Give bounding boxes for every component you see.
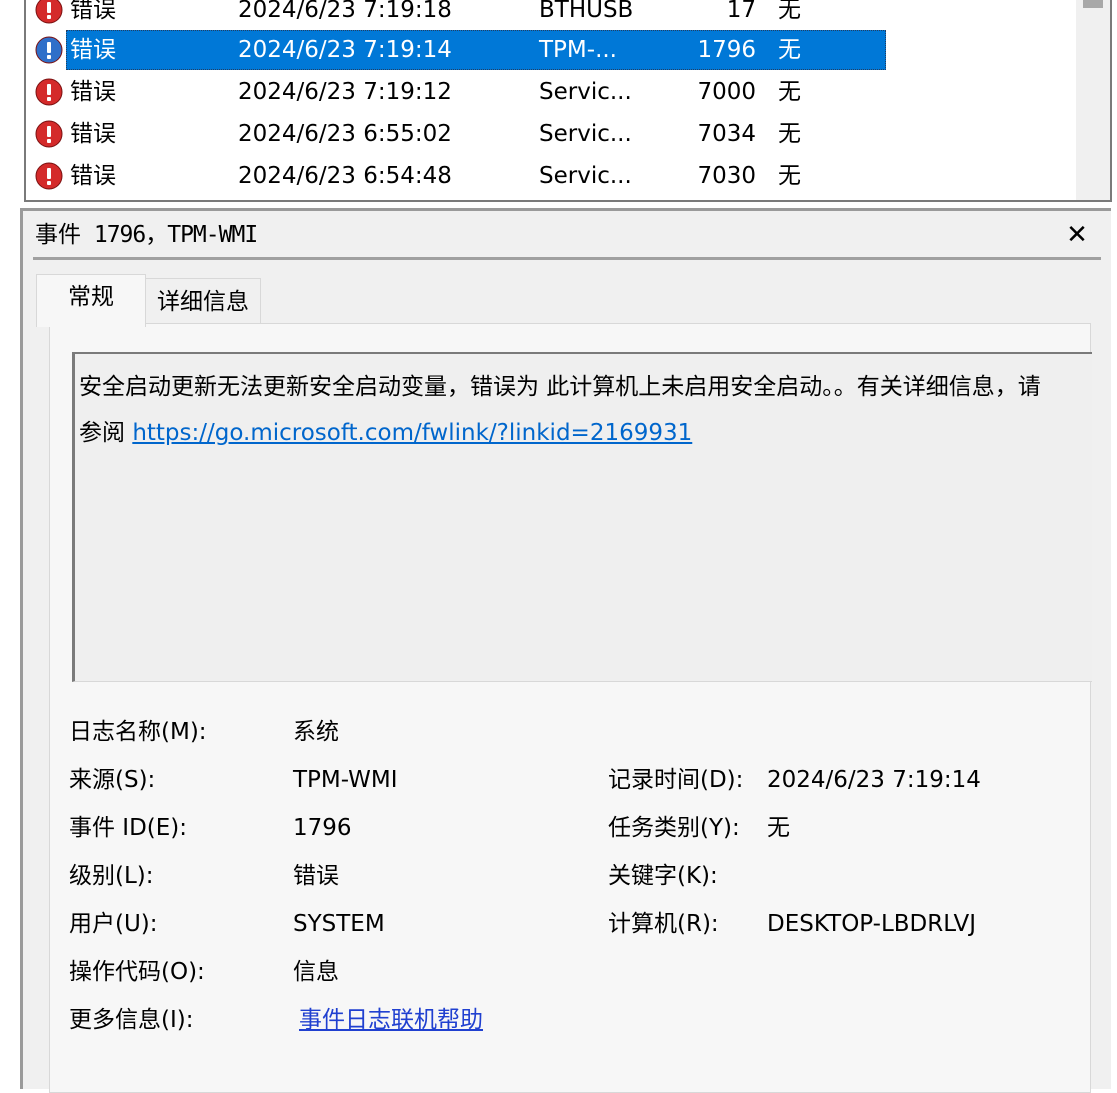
log-name-label: 日志名称(M): — [69, 719, 207, 745]
scrollbar-thumb[interactable] — [1083, 0, 1103, 8]
general-tab-panel: 安全启动更新无法更新安全启动变量，错误为 此计算机上未启用安全启动。。有关详细信… — [49, 323, 1092, 1093]
selection-highlight — [66, 30, 886, 70]
row-date: 2024/6/23 7:19:14 — [238, 37, 452, 63]
user-label: 用户(U): — [69, 911, 158, 937]
detail-title-rest: 1796，TPM-WMI — [81, 222, 258, 248]
row-source: Servic... — [539, 121, 632, 147]
error-icon — [35, 162, 63, 190]
logged-label: 记录时间(D): — [608, 767, 744, 793]
error-icon — [35, 78, 63, 106]
event-id-label: 事件 ID(E): — [69, 815, 188, 841]
row-date: 2024/6/23 7:19:12 — [238, 79, 452, 105]
row-event-id: 7034 — [697, 121, 756, 147]
description-text: 安全启动更新无法更新安全启动变量，错误为 此计算机上未启用安全启动。。有关详细信… — [79, 364, 1092, 456]
row-task-category: 无 — [778, 37, 801, 63]
row-event-id: 1796 — [697, 37, 756, 63]
computer-label: 计算机(R): — [608, 911, 719, 937]
row-level: 错误 — [70, 121, 116, 147]
row-date: 2024/6/23 7:19:18 — [238, 0, 452, 23]
level-label: 级别(L): — [69, 863, 154, 889]
event-row[interactable]: 错误 2024/6/23 6:55:02 Servic... 7034 无 — [26, 114, 1076, 154]
row-level: 错误 — [70, 79, 116, 105]
event-detail-pane: 事件 1796，TPM-WMI ✕ 常规 详细信息 安全启动更新无法更新安全启动… — [20, 208, 1111, 1093]
event-id-value: 1796 — [293, 815, 352, 841]
event-row[interactable]: 错误 2024/6/23 6:54:48 Servic... 7030 无 — [26, 156, 1076, 196]
row-task-category: 无 — [778, 163, 801, 189]
event-list: 错误 2024/6/23 7:19:18 BTHUSB 17 无错误 2024/6/23 … — [24, 0, 1112, 202]
tab-general[interactable]: 常规 — [36, 274, 146, 327]
error-icon — [35, 0, 63, 24]
vertical-scrollbar[interactable] — [1076, 0, 1110, 200]
event-row[interactable]: 错误 2024/6/23 7:19:12 Servic... 7000 无 — [26, 72, 1076, 112]
event-row[interactable]: 错误 2024/6/23 7:19:18 BTHUSB 17 无 — [26, 0, 1076, 30]
row-event-id: 7000 — [697, 79, 756, 105]
detail-title: 事件 1796，TPM-WMI — [35, 219, 258, 251]
description-box[interactable]: 安全启动更新无法更新安全启动变量，错误为 此计算机上未启用安全启动。。有关详细信… — [72, 352, 1092, 682]
row-date: 2024/6/23 6:54:48 — [238, 163, 452, 189]
row-task-category: 无 — [778, 121, 801, 147]
task-category-value: 无 — [767, 815, 790, 841]
source-label: 来源(S): — [69, 767, 156, 793]
row-date: 2024/6/23 6:55:02 — [238, 121, 452, 147]
info-error-icon — [35, 36, 63, 64]
opcode-value: 信息 — [293, 959, 339, 985]
row-event-id: 7030 — [697, 163, 756, 189]
logged-value: 2024/6/23 7:19:14 — [767, 767, 981, 793]
row-task-category: 无 — [778, 0, 801, 23]
row-level: 错误 — [70, 37, 116, 63]
more-info-link[interactable]: 事件日志联机帮助 — [299, 1003, 483, 1037]
computer-value: DESKTOP-LBDRLVJ — [767, 911, 977, 937]
user-value: SYSTEM — [293, 911, 385, 937]
level-value: 错误 — [293, 863, 339, 889]
detail-title-prefix: 事件 — [35, 222, 81, 248]
event-row[interactable]: 错误 2024/6/23 7:19:14 TPM-... 1796 无 — [26, 30, 1076, 70]
row-source: BTHUSB — [539, 0, 634, 23]
error-icon — [35, 120, 63, 148]
more-info-label: 更多信息(I): — [69, 1007, 194, 1033]
row-source: Servic... — [539, 79, 632, 105]
description-line-2: 参阅 https://go.microsoft.com/fwlink/?link… — [79, 410, 1092, 456]
title-separator — [33, 257, 1101, 260]
description-see-prefix: 参阅 — [79, 420, 133, 446]
keywords-label: 关键字(K): — [608, 863, 718, 889]
log-name-value: 系统 — [293, 719, 339, 745]
row-level: 错误 — [70, 163, 116, 189]
tab-details[interactable]: 详细信息 — [145, 278, 261, 326]
row-task-category: 无 — [778, 79, 801, 105]
row-level: 错误 — [70, 0, 116, 23]
description-line-1: 安全启动更新无法更新安全启动变量，错误为 此计算机上未启用安全启动。。有关详细信… — [79, 374, 1041, 400]
close-icon[interactable]: ✕ — [1063, 219, 1091, 251]
opcode-label: 操作代码(O): — [69, 959, 205, 985]
row-event-id: 17 — [726, 0, 756, 23]
row-source: TPM-... — [539, 37, 617, 63]
source-value: TPM-WMI — [293, 767, 398, 793]
row-source: Servic... — [539, 163, 632, 189]
task-category-label: 任务类别(Y): — [608, 815, 740, 841]
description-link[interactable]: https://go.microsoft.com/fwlink/?linkid=… — [132, 420, 692, 446]
